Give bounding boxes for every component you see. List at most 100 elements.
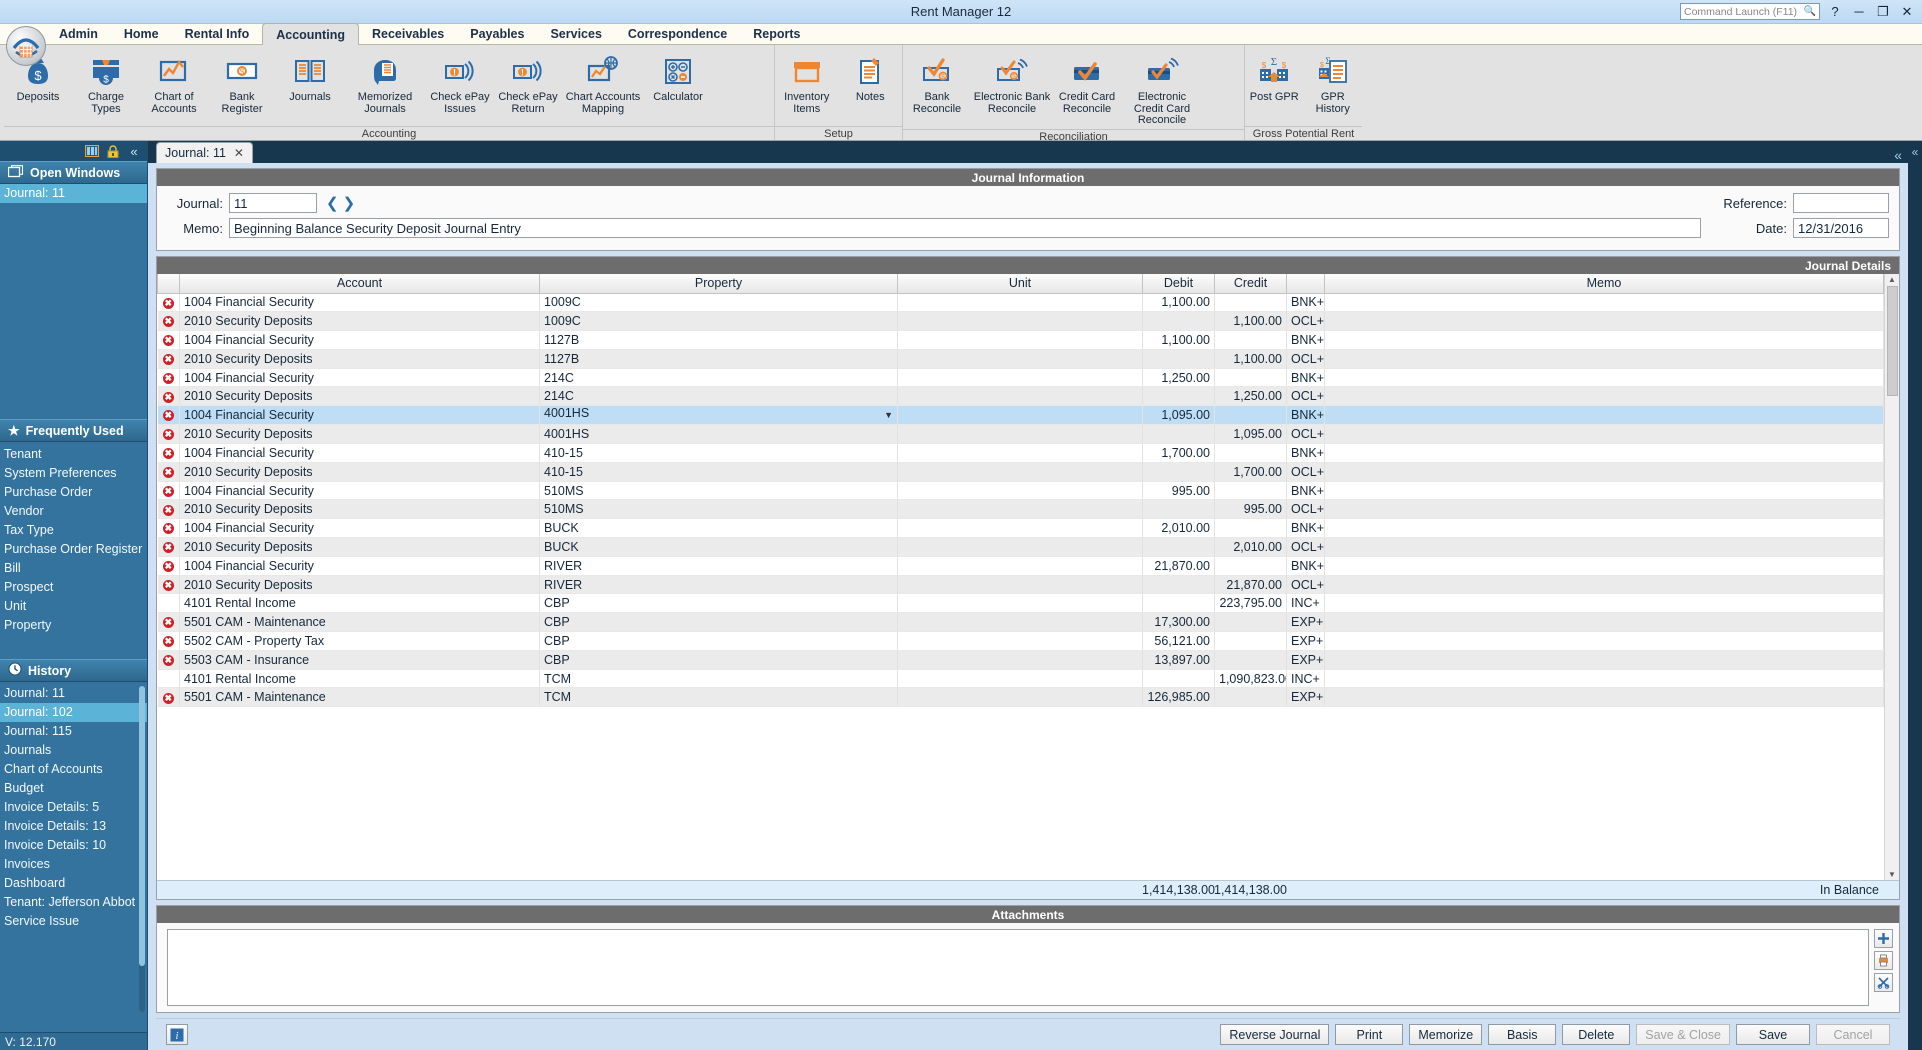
ribbon-tab-rental-info[interactable]: Rental Info	[172, 23, 263, 44]
cell-debit[interactable]: 1,250.00	[1142, 368, 1215, 388]
cell-memo[interactable]	[1324, 368, 1884, 388]
table-row[interactable]: ✖ 2010 Security Deposits 410-15 1,700.00 OCL…	[157, 462, 1884, 482]
cell-memo[interactable]	[1324, 499, 1884, 520]
cell-unit[interactable]	[897, 650, 1143, 670]
cell-debit[interactable]	[1142, 424, 1215, 445]
cell-credit[interactable]: 1,100.00	[1214, 349, 1287, 369]
scroll-down-icon[interactable]: ▼	[1888, 870, 1896, 879]
sidebar-history-item[interactable]: Budget	[0, 779, 147, 798]
cell-type[interactable]: INC+	[1286, 669, 1325, 689]
table-row[interactable]: ✖ 1004 Financial Security 410-15 1,700.00 BN…	[157, 443, 1884, 463]
cell-memo[interactable]	[1324, 424, 1884, 445]
col-credit[interactable]: Credit	[1214, 274, 1287, 294]
ribbon-button-post-gpr[interactable]: Σ $ $ Post GPR	[1245, 50, 1304, 106]
ribbon-button-electronic-credit-card-reconcile[interactable]: Electronic Credit Card Reconcile	[1121, 50, 1203, 129]
cell-property[interactable]: 4001HS ▼	[539, 405, 898, 426]
cell-credit[interactable]	[1214, 481, 1287, 501]
sidebar-frequently-used-header[interactable]: ★ Frequently Used	[0, 419, 147, 442]
ribbon-button-check-epay-issues[interactable]: ! Check ePay Issues	[426, 50, 494, 117]
cell-memo[interactable]	[1324, 612, 1884, 633]
sidebar-history-item[interactable]: Invoices	[0, 855, 147, 874]
cell-credit[interactable]	[1214, 293, 1287, 313]
cell-debit[interactable]: 17,300.00	[1142, 612, 1215, 633]
minimize-button[interactable]: ─	[1850, 3, 1868, 21]
cell-account[interactable]: 1004 Financial Security	[179, 481, 540, 501]
cell-debit[interactable]: 1,100.00	[1142, 330, 1215, 350]
cell-property[interactable]: 1127B	[539, 330, 898, 350]
sidebar-item-tax-type[interactable]: Tax Type	[0, 521, 147, 540]
table-row[interactable]: ✖ 5501 CAM - Maintenance CBP 17,300.00 EXP+	[157, 612, 1884, 633]
cell-property[interactable]: TCM	[539, 669, 898, 689]
cell-account[interactable]: 1004 Financial Security	[179, 518, 540, 539]
cell-credit[interactable]: 21,870.00	[1214, 575, 1287, 595]
cell-type[interactable]: OCL+	[1286, 424, 1325, 445]
ribbon-tab-correspondence[interactable]: Correspondence	[615, 23, 740, 44]
sidebar-item-system-preferences[interactable]: System Preferences	[0, 464, 147, 483]
cell-memo[interactable]	[1324, 575, 1884, 595]
cell-debit[interactable]: 1,100.00	[1142, 293, 1215, 313]
cell-type[interactable]: EXP+	[1286, 650, 1325, 670]
cell-account[interactable]: 2010 Security Deposits	[179, 575, 540, 595]
ribbon-tab-receivables[interactable]: Receivables	[359, 23, 457, 44]
sidebar-history-item[interactable]: Journal: 102	[0, 703, 147, 722]
cell-unit[interactable]	[897, 368, 1143, 388]
cell-account[interactable]: 5501 CAM - Maintenance	[179, 687, 540, 708]
sidebar-history-item[interactable]: Tenant: Jefferson Abbot	[0, 893, 147, 912]
journal-number-input[interactable]: 11	[229, 193, 317, 213]
col-account[interactable]: Account	[179, 274, 540, 294]
table-row[interactable]: ✖ 1004 Financial Security RIVER 21,870.00 BN…	[157, 556, 1884, 576]
cell-type[interactable]: INC+	[1286, 593, 1325, 614]
ribbon-button-check-epay-return[interactable]: ! Check ePay Return	[494, 50, 562, 117]
cell-unit[interactable]	[897, 330, 1143, 350]
previous-journal-icon[interactable]: ❮	[326, 194, 339, 212]
table-row[interactable]: ✖ 2010 Security Deposits 510MS 995.00 OCL+	[157, 499, 1884, 520]
lock-icon[interactable]	[105, 144, 121, 158]
ribbon-button-gpr-history[interactable]: Σ $ GPR History	[1304, 50, 1363, 117]
cell-unit[interactable]	[897, 631, 1143, 651]
cell-memo[interactable]	[1324, 669, 1884, 689]
table-row[interactable]: ✖ 2010 Security Deposits 1127B 1,100.00 OCL+	[157, 349, 1884, 369]
app-logo-icon[interactable]	[6, 26, 46, 66]
sidebar-history-item[interactable]: Dashboard	[0, 874, 147, 893]
cell-type[interactable]: BNK+	[1286, 481, 1325, 501]
cell-account[interactable]: 5502 CAM - Property Tax	[179, 631, 540, 651]
table-row[interactable]: ✖ 5501 CAM - Maintenance TCM 126,985.00 EXP+	[157, 687, 1884, 708]
cell-memo[interactable]	[1324, 593, 1884, 614]
delete-row-icon[interactable]	[157, 593, 180, 614]
col-memo[interactable]: Memo	[1324, 274, 1884, 294]
reference-input[interactable]	[1793, 193, 1889, 213]
cell-debit[interactable]	[1142, 349, 1215, 369]
cell-property[interactable]: TCM	[539, 687, 898, 708]
table-row[interactable]: ✖ 2010 Security Deposits 1009C 1,100.00 OCL+	[157, 311, 1884, 332]
cell-account[interactable]: 1004 Financial Security	[179, 556, 540, 576]
cell-account[interactable]: 2010 Security Deposits	[179, 462, 540, 482]
cell-unit[interactable]	[897, 462, 1143, 482]
cell-type[interactable]: BNK+	[1286, 556, 1325, 576]
sidebar-item-purchase-order-register[interactable]: Purchase Order Register	[0, 540, 147, 559]
delete-row-icon[interactable]	[157, 669, 180, 689]
cell-memo[interactable]	[1324, 556, 1884, 576]
delete-row-icon[interactable]: ✖	[157, 349, 180, 369]
cell-debit[interactable]	[1142, 537, 1215, 557]
cell-type[interactable]: OCL+	[1286, 311, 1325, 332]
delete-row-icon[interactable]: ✖	[157, 575, 180, 595]
table-row[interactable]: ✖ 1004 Financial Security 214C 1,250.00 BNK+	[157, 368, 1884, 388]
memo-input[interactable]: Beginning Balance Security Deposit Journ…	[229, 218, 1701, 238]
ribbon-tab-reports[interactable]: Reports	[740, 23, 813, 44]
sidebar-open-windows-header[interactable]: Open Windows	[0, 161, 147, 184]
collapse-sidebar-icon[interactable]: «	[126, 144, 142, 159]
cell-memo[interactable]	[1324, 631, 1884, 651]
cell-debit[interactable]	[1142, 462, 1215, 482]
sidebar-history-header[interactable]: History	[0, 659, 147, 682]
cell-type[interactable]: BNK+	[1286, 330, 1325, 350]
ribbon-button-inventory-items[interactable]: Inventory Items	[775, 50, 839, 117]
cell-property[interactable]: CBP	[539, 650, 898, 670]
cell-type[interactable]: OCL+	[1286, 349, 1325, 369]
cell-debit[interactable]	[1142, 386, 1215, 407]
cell-memo[interactable]	[1324, 349, 1884, 369]
ribbon-button-chart-of-accounts[interactable]: Chart of Accounts	[140, 50, 208, 117]
col-indicator[interactable]	[157, 274, 180, 294]
grid-vertical-scrollbar[interactable]: ▲ ▼	[1884, 274, 1899, 880]
cell-credit[interactable]	[1214, 443, 1287, 463]
cell-credit[interactable]	[1214, 687, 1287, 708]
